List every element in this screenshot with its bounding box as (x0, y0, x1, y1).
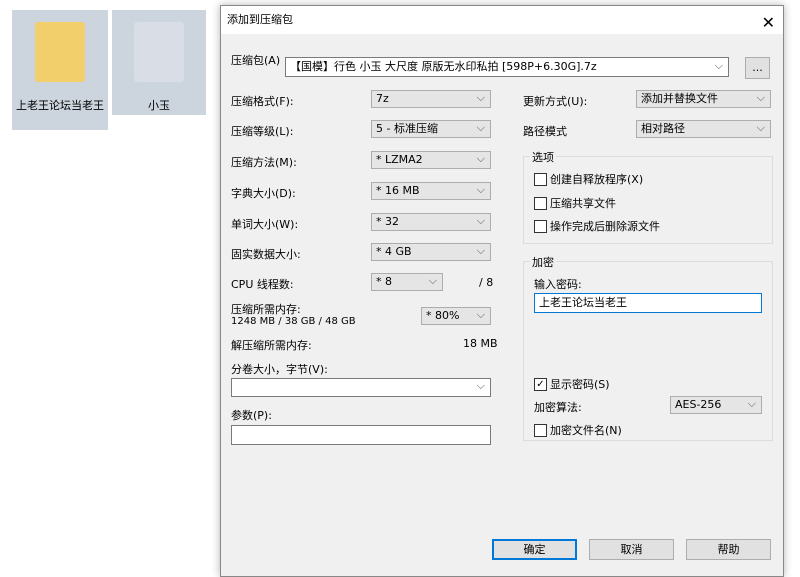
params-label: 参数(P): (231, 409, 272, 422)
word-select[interactable]: * 32 (371, 213, 491, 231)
dialog-title: 添加到压缩包 (227, 13, 293, 26)
folder-label: 上老王论坛当老王 (16, 99, 104, 112)
update-select[interactable]: 添加并替换文件 (636, 90, 771, 108)
params-input[interactable] (231, 425, 491, 445)
cpu-label: CPU 线程数: (231, 278, 294, 291)
split-label: 分卷大小，字节(V): (231, 363, 328, 376)
close-icon[interactable]: ✕ (762, 9, 775, 37)
mem-label: 压缩所需内存: (231, 303, 301, 316)
dmem-label: 解压缩所需内存: (231, 339, 312, 352)
add-to-archive-dialog: 添加到压缩包 ✕ 压缩包(A) 【国模】行色 小玉 大尺度 原版无水印私拍 [59… (220, 5, 784, 577)
options-title: 选项 (530, 149, 556, 165)
format-label: 压缩格式(F): (231, 95, 294, 108)
encrypt-names-label: 加密文件名(N) (550, 424, 622, 437)
title-bar: 添加到压缩包 ✕ (221, 6, 783, 34)
mem-value: 1248 MB / 38 GB / 48 GB (231, 316, 356, 327)
path-label: 路径模式 (523, 125, 567, 138)
level-label: 压缩等级(L): (231, 125, 294, 138)
algorithm-label: 加密算法: (534, 401, 582, 414)
help-button[interactable]: 帮助 (686, 539, 771, 560)
desktop-folder-1[interactable]: 上老王论坛当老王 (12, 10, 108, 130)
folder-icon (134, 22, 184, 82)
cancel-button[interactable]: 取消 (589, 539, 674, 560)
password-label: 输入密码: (534, 278, 582, 291)
dict-label: 字典大小(D): (231, 187, 296, 200)
update-label: 更新方式(U): (523, 95, 588, 108)
encryption-group: 加密 输入密码: 上老王论坛当老王 ✓ 显示密码(S) 加密算法: AES-256… (523, 254, 773, 441)
folder-icon (35, 22, 85, 82)
mem-percent-select[interactable]: * 80% (421, 307, 491, 325)
desktop-folder-2[interactable]: 小玉 (112, 10, 206, 115)
encryption-title: 加密 (530, 254, 556, 270)
word-label: 单词大小(W): (231, 218, 299, 231)
ok-button[interactable]: 确定 (492, 539, 577, 560)
dmem-value: 18 MB (463, 337, 498, 350)
split-combo[interactable] (231, 378, 491, 397)
delete-label: 操作完成后删除源文件 (550, 220, 660, 233)
level-select[interactable]: 5 - 标准压缩 (371, 120, 491, 138)
browse-button[interactable]: ... (745, 57, 770, 79)
cpu-select[interactable]: * 8 (371, 273, 443, 291)
options-group: 选项 创建自释放程序(X) 压缩共享文件 操作完成后删除源文件 (523, 149, 773, 244)
show-password-label: 显示密码(S) (550, 378, 610, 391)
archive-path-combo[interactable]: 【国模】行色 小玉 大尺度 原版无水印私拍 [598P+6.30G].7z (285, 57, 729, 77)
sfx-label: 创建自释放程序(X) (550, 173, 644, 186)
show-password-checkbox[interactable]: ✓ 显示密码(S) (534, 376, 610, 392)
algorithm-select[interactable]: AES-256 (670, 396, 762, 414)
method-label: 压缩方法(M): (231, 156, 297, 169)
cpu-max: / 8 (479, 276, 494, 289)
sfx-checkbox[interactable]: 创建自释放程序(X) (534, 171, 643, 187)
shared-label: 压缩共享文件 (550, 197, 616, 210)
solid-select[interactable]: * 4 GB (371, 243, 491, 261)
folder-label: 小玉 (148, 99, 170, 112)
password-input[interactable]: 上老王论坛当老王 (534, 293, 762, 313)
method-select[interactable]: * LZMA2 (371, 151, 491, 169)
path-select[interactable]: 相对路径 (636, 120, 771, 138)
dict-select[interactable]: * 16 MB (371, 182, 491, 200)
solid-label: 固实数据大小: (231, 248, 301, 261)
format-select[interactable]: 7z (371, 90, 491, 108)
shared-checkbox[interactable]: 压缩共享文件 (534, 195, 616, 211)
encrypt-names-checkbox[interactable]: 加密文件名(N) (534, 422, 622, 438)
archive-label: 压缩包(A) (231, 54, 281, 67)
delete-checkbox[interactable]: 操作完成后删除源文件 (534, 218, 660, 234)
